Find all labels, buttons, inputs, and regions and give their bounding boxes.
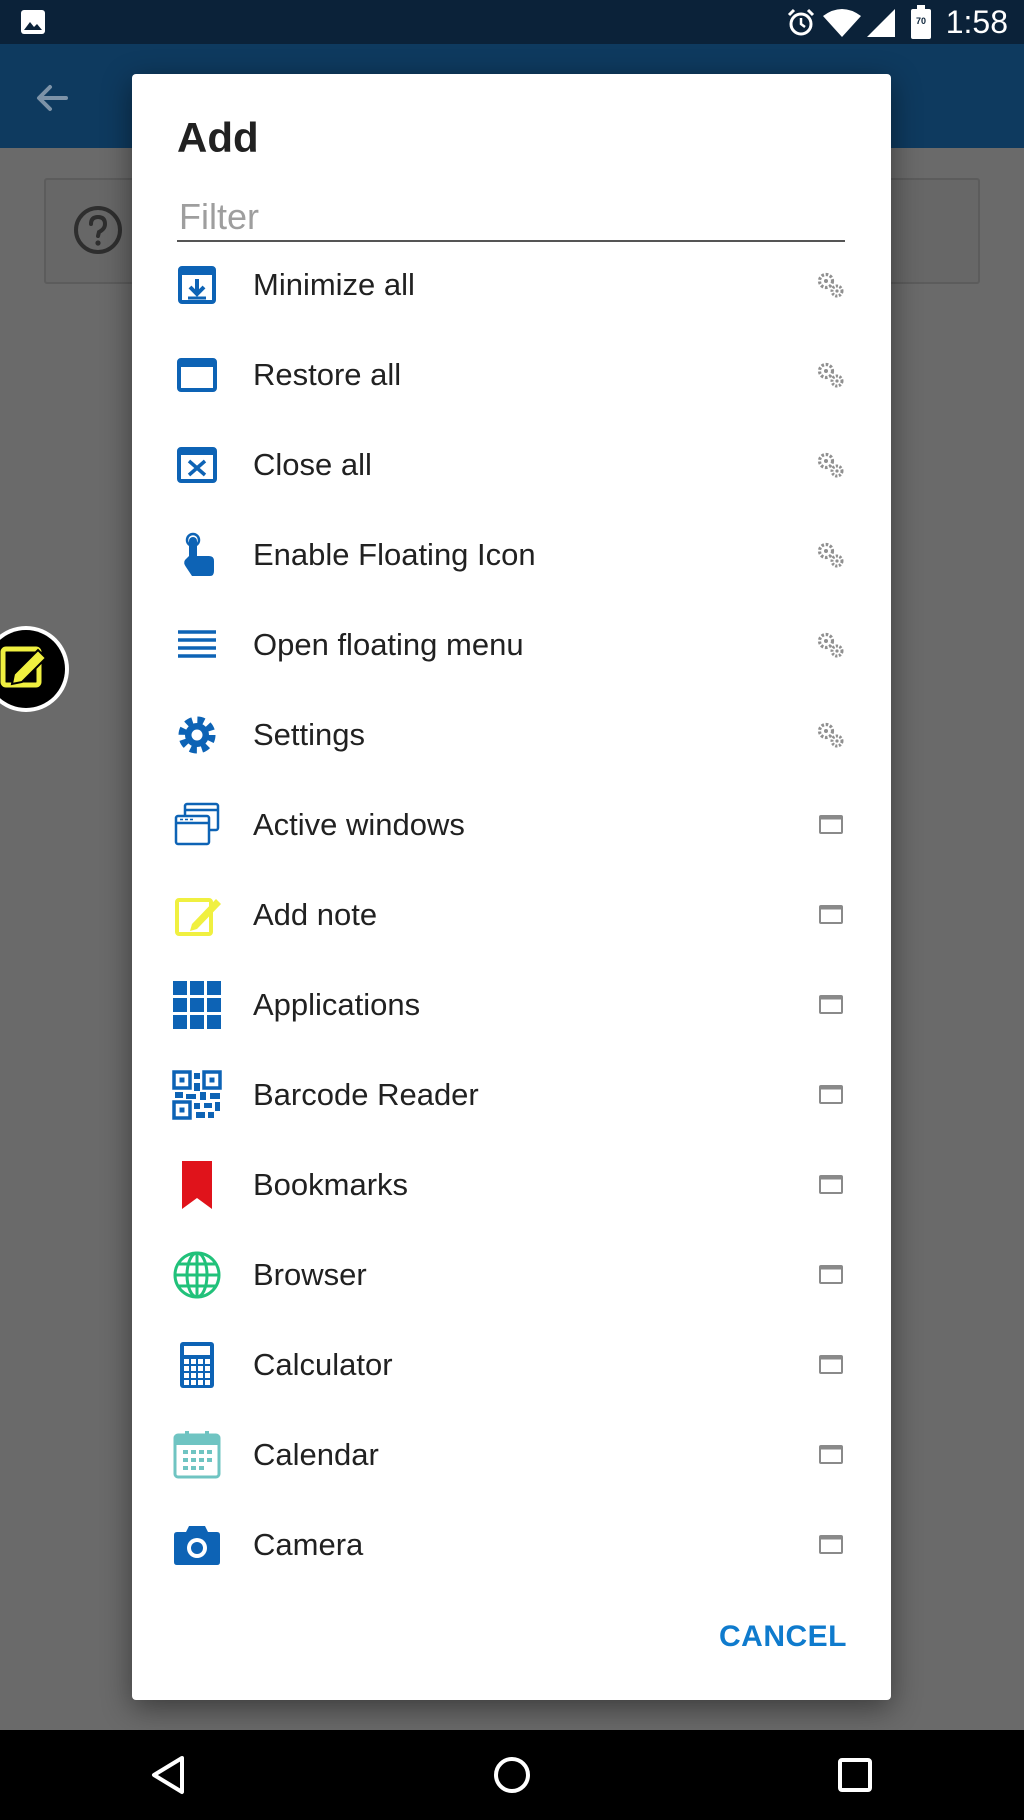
item-label: Browser bbox=[253, 1257, 367, 1292]
list-item[interactable]: Minimize all bbox=[132, 240, 891, 330]
window-icon bbox=[819, 1355, 843, 1374]
applications-grid-icon bbox=[173, 981, 221, 1029]
qr-code-icon bbox=[172, 1070, 222, 1120]
list-item[interactable]: Close all bbox=[132, 420, 891, 510]
camera-icon bbox=[174, 1526, 220, 1565]
settings-gear-icon bbox=[178, 716, 216, 754]
signal-icon bbox=[867, 9, 895, 37]
item-label: Enable Floating Icon bbox=[253, 537, 536, 572]
restore-all-icon bbox=[177, 358, 217, 392]
item-label: Settings bbox=[253, 717, 366, 752]
globe-icon bbox=[173, 1251, 221, 1299]
list-item[interactable]: Restore all bbox=[132, 330, 891, 420]
item-label: Barcode Reader bbox=[253, 1077, 479, 1112]
touch-icon bbox=[184, 532, 214, 576]
item-label: Close all bbox=[253, 447, 372, 482]
nav-back-icon[interactable] bbox=[144, 1750, 194, 1800]
item-label: Calendar bbox=[253, 1437, 379, 1472]
battery-level: 70 bbox=[915, 16, 926, 26]
window-icon bbox=[819, 1535, 843, 1554]
add-note-icon bbox=[175, 898, 221, 936]
nav-home-icon[interactable] bbox=[487, 1750, 537, 1800]
window-icon bbox=[819, 905, 843, 924]
window-icon bbox=[819, 1085, 843, 1104]
list-item[interactable]: Barcode Reader bbox=[132, 1050, 891, 1140]
help-circle-icon bbox=[74, 206, 122, 254]
window-icon bbox=[819, 815, 843, 834]
arrow-back-icon[interactable] bbox=[30, 76, 74, 120]
list-item[interactable]: Add note bbox=[132, 870, 891, 960]
list-item[interactable]: Bookmarks bbox=[132, 1140, 891, 1230]
item-label: Add note bbox=[253, 897, 378, 932]
list-item[interactable]: Open floating menu bbox=[132, 600, 891, 690]
item-label: Minimize all bbox=[253, 267, 415, 302]
alarm-icon bbox=[787, 8, 815, 36]
item-label: Camera bbox=[253, 1527, 364, 1562]
list-item[interactable]: Browser bbox=[132, 1230, 891, 1320]
minimize-all-icon bbox=[178, 266, 216, 304]
list-item[interactable]: Active windows bbox=[132, 780, 891, 870]
list-item[interactable]: Camera bbox=[132, 1500, 891, 1590]
item-label: Bookmarks bbox=[253, 1167, 409, 1202]
gears-icon bbox=[817, 362, 844, 388]
item-label: Applications bbox=[253, 987, 421, 1022]
window-icon bbox=[819, 1175, 843, 1194]
item-label: Calculator bbox=[253, 1347, 393, 1382]
gears-icon bbox=[817, 452, 844, 478]
gears-icon bbox=[817, 722, 844, 748]
list-item[interactable]: Calendar bbox=[132, 1410, 891, 1500]
window-icon bbox=[819, 1265, 843, 1284]
gears-icon bbox=[817, 632, 844, 658]
item-list: Minimize all Restore all Close all Enabl… bbox=[132, 240, 891, 1590]
menu-lines-icon bbox=[178, 630, 216, 658]
wifi-icon bbox=[823, 9, 861, 37]
window-icon bbox=[819, 1445, 843, 1464]
floating-note-bubble[interactable] bbox=[0, 624, 70, 714]
gears-icon bbox=[817, 542, 844, 568]
item-label: Restore all bbox=[253, 357, 402, 392]
image-icon bbox=[21, 10, 45, 34]
item-label: Open floating menu bbox=[253, 627, 524, 662]
clock: 1:58 bbox=[945, 4, 1008, 40]
list-item[interactable]: Enable Floating Icon bbox=[132, 510, 891, 600]
dialog-title: Add bbox=[177, 114, 259, 161]
filter-input[interactable] bbox=[177, 194, 845, 240]
gears-icon bbox=[817, 272, 844, 298]
list-item[interactable]: Calculator bbox=[132, 1320, 891, 1410]
status-bar: 70 1:58 bbox=[0, 0, 1024, 44]
cancel-button[interactable]: CANCEL bbox=[719, 1620, 847, 1654]
nav-recents-icon[interactable] bbox=[830, 1750, 880, 1800]
add-dialog: Add Minimize all bbox=[132, 74, 891, 1700]
navigation-bar bbox=[0, 1730, 1024, 1820]
item-label: Active windows bbox=[253, 807, 465, 842]
active-windows-icon bbox=[174, 802, 220, 846]
filter-field bbox=[177, 194, 845, 242]
list-item[interactable]: Settings bbox=[132, 690, 891, 780]
close-all-icon bbox=[177, 447, 217, 483]
list-item[interactable]: Applications bbox=[132, 960, 891, 1050]
calendar-icon bbox=[173, 1431, 221, 1479]
calculator-icon bbox=[180, 1342, 214, 1388]
bookmark-icon bbox=[182, 1161, 212, 1209]
window-icon bbox=[819, 995, 843, 1014]
